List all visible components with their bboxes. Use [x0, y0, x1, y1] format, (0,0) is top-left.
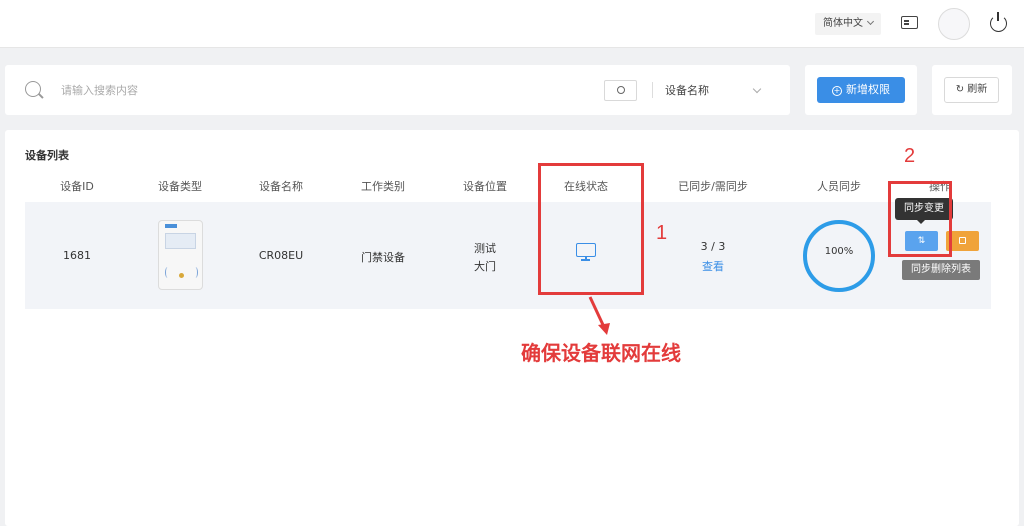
annotation-callout: 确保设备联网在线: [521, 341, 681, 365]
divider: [652, 82, 653, 98]
avatar[interactable]: [938, 8, 970, 40]
search-bar: 设备名称: [5, 65, 790, 115]
refresh-button[interactable]: ↻ 刷新: [944, 77, 999, 103]
add-permission-button[interactable]: + 新增权限: [817, 77, 905, 103]
device-location-line1: 测试: [474, 242, 496, 255]
column-header: 设备ID: [60, 180, 94, 193]
device-logo: [165, 224, 177, 228]
sync-count: 3 / 3: [700, 240, 726, 253]
annotation-number-1: 1: [656, 222, 668, 244]
search-icon: [25, 81, 41, 97]
nfc-wave-icon: [165, 267, 170, 278]
refresh-icon: ↻: [955, 84, 968, 95]
column-header: 设备位置: [463, 180, 507, 193]
add-permission-label: 新增权限: [846, 83, 890, 96]
plus-circle-icon: +: [832, 86, 842, 96]
search-button[interactable]: [604, 80, 637, 101]
power-icon[interactable]: [990, 12, 1007, 32]
highlight-sync-button: [888, 181, 952, 257]
language-label: 简体中文: [823, 18, 863, 29]
device-location-line2: 大门: [474, 260, 496, 273]
chevron-down-icon: [866, 17, 875, 26]
annotation-number-2: 2: [904, 145, 916, 167]
column-header: 已同步/需同步: [678, 180, 748, 193]
column-header: 人员同步: [817, 180, 861, 193]
device-list-panel: 设备列表 设备ID 设备类型 设备名称 工作类别 设备位置 在线状态 已同步/需…: [5, 130, 1019, 526]
add-permission-box: + 新增权限: [805, 65, 917, 115]
view-link[interactable]: 查看: [663, 258, 763, 274]
nfc-dot-icon: [179, 273, 184, 278]
highlight-online-status: [538, 163, 644, 295]
search-icon: [617, 86, 625, 94]
nfc-wave-icon: [193, 267, 198, 278]
language-select[interactable]: 简体中文: [815, 13, 881, 35]
column-header: 设备名称: [259, 180, 303, 193]
top-bar: 简体中文: [0, 0, 1024, 48]
refresh-box: ↻ 刷新: [932, 65, 1012, 115]
chevron-down-icon: [752, 84, 762, 94]
refresh-label: 刷新: [967, 84, 988, 95]
search-field-select[interactable]: 设备名称: [665, 82, 765, 100]
list-icon: [959, 237, 966, 244]
search-field-label: 设备名称: [665, 84, 709, 97]
device-name: CR08EU: [258, 249, 304, 262]
message-icon[interactable]: [901, 16, 918, 29]
person-sync-percent: 100%: [824, 246, 854, 257]
work-type: 门禁设备: [361, 251, 405, 264]
device-screen: [165, 233, 196, 249]
column-header: 设备类型: [158, 180, 202, 193]
device-image: [158, 220, 203, 290]
annotation-arrow-icon: [588, 296, 610, 335]
column-header: 工作类别: [361, 180, 405, 193]
search-input[interactable]: [61, 79, 461, 101]
device-id: 1681: [63, 249, 91, 262]
sync-delete-tooltip: 同步删除列表: [902, 260, 980, 280]
panel-title: 设备列表: [25, 149, 69, 162]
